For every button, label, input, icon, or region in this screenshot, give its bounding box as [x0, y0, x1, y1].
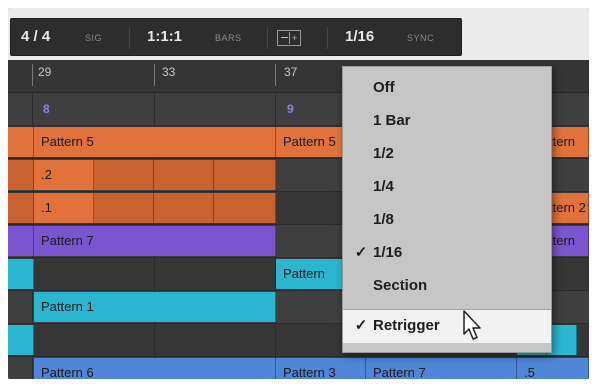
menu-item-1-2[interactable]: 1/2 [343, 139, 551, 169]
clip[interactable] [8, 325, 34, 355]
menu-item-1-bar[interactable]: 1 Bar [343, 106, 551, 136]
toolbar-divider [327, 27, 328, 49]
ruler-bar-29: 29 [38, 65, 52, 79]
menu-item-retrigger[interactable]: ✓ Retrigger [343, 309, 551, 343]
clip-pattern-5[interactable]: Pattern 5 [34, 127, 276, 157]
clip-sub-2[interactable]: .2 [34, 160, 94, 190]
menu-item-1-16[interactable]: ✓ 1/16 [343, 238, 551, 268]
clip-pattern-1[interactable]: Pattern 1 [34, 292, 276, 322]
clip[interactable] [8, 226, 34, 256]
clip[interactable] [8, 193, 34, 223]
position-label: BARS [215, 33, 242, 43]
section-label-8[interactable]: 8 [34, 94, 50, 124]
clip[interactable] [94, 193, 154, 223]
follow-mode-icon[interactable]: + [277, 30, 301, 46]
sync-label: SYNC [407, 33, 435, 43]
clip-pattern-7[interactable]: Pattern 7 [34, 226, 276, 256]
mouse-cursor-icon [463, 310, 481, 340]
ruler-tick [154, 64, 155, 86]
arranger-window: 4 / 4 SIG 1:1:1 BARS + 1/16 SYNC 29 33 3… [8, 8, 589, 379]
clip-pattern-3[interactable]: Pattern 3 [276, 358, 366, 379]
section-label-9[interactable]: 9 [278, 94, 294, 124]
clip[interactable] [214, 160, 276, 190]
clip-pattern-6[interactable]: Pattern 6 [34, 358, 276, 379]
clip-pattern-7[interactable]: Pattern 7 [366, 358, 517, 379]
ruler-bar-33: 33 [162, 65, 176, 79]
position-value[interactable]: 1:1:1 [147, 27, 182, 47]
clip[interactable] [8, 259, 34, 289]
menu-item-section[interactable]: Section [343, 271, 551, 301]
checkmark-icon: ✓ [354, 244, 368, 261]
sync-value[interactable]: 1/16 [345, 27, 374, 47]
clip[interactable] [94, 160, 154, 190]
toolbar-divider [129, 27, 130, 49]
ruler-tick [32, 64, 33, 86]
clip[interactable] [154, 160, 214, 190]
clip[interactable] [8, 160, 34, 190]
menu-item-off[interactable]: Off [343, 73, 551, 103]
menu-item-1-4[interactable]: 1/4 [343, 172, 551, 202]
toolbar-panel: 4 / 4 SIG 1:1:1 BARS + 1/16 SYNC [10, 18, 462, 56]
menu-item-1-8[interactable]: 1/8 [343, 205, 551, 235]
toolbar-divider [267, 27, 268, 49]
clip-sub-1[interactable]: .1 [34, 193, 94, 223]
signature-label: SIG [85, 33, 103, 43]
ruler-tick [275, 64, 276, 86]
clip[interactable] [214, 193, 276, 223]
signature-value[interactable]: 4 / 4 [21, 27, 50, 47]
clip-sub-5[interactable]: .5 [517, 358, 589, 379]
ruler-bar-37: 37 [284, 65, 298, 79]
clip[interactable] [8, 127, 34, 157]
sync-dropdown-menu: Off 1 Bar 1/2 1/4 1/8 ✓ 1/16 Section ✓ R… [342, 66, 552, 353]
clip[interactable] [154, 193, 214, 223]
transport-toolbar: 4 / 4 SIG 1:1:1 BARS + 1/16 SYNC [8, 8, 589, 60]
checkmark-icon: ✓ [354, 317, 368, 334]
